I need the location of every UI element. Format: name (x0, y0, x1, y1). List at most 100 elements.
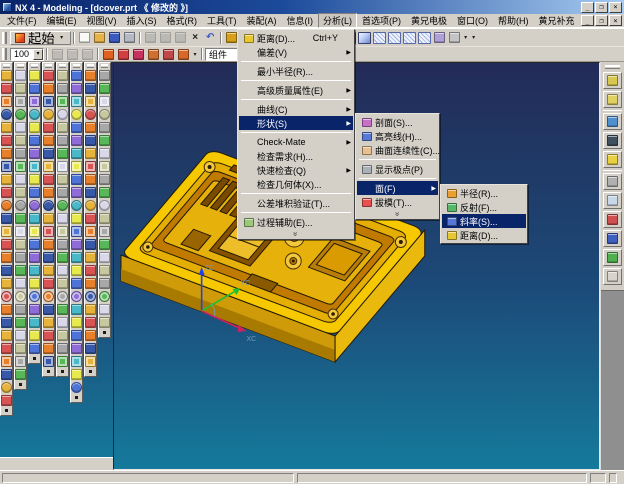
snap-view-icon[interactable] (432, 30, 447, 45)
tool-icon[interactable] (85, 330, 96, 341)
tool-icon[interactable] (99, 265, 110, 276)
menu-item-show-poles[interactable]: 显示极点(P) (357, 162, 438, 176)
tool-icon[interactable] (85, 291, 96, 302)
chevron-down-icon[interactable]: ▾ (470, 34, 478, 41)
tool-icon[interactable] (85, 343, 96, 354)
menu-item-minimum-radius[interactable]: 最小半径(R)... (239, 64, 353, 78)
tool-icon[interactable] (15, 83, 26, 94)
tool-icon[interactable] (71, 265, 82, 276)
menu-item-face-slope[interactable]: 斜率(S)... (442, 214, 526, 228)
tool-icon[interactable] (71, 343, 82, 354)
tool-icon[interactable] (43, 83, 54, 94)
tool-icon[interactable] (15, 70, 26, 81)
tool-icon[interactable] (29, 83, 40, 94)
tool-icon[interactable] (71, 148, 82, 159)
tool-icon[interactable] (57, 239, 68, 250)
toolbar-handle[interactable] (3, 64, 10, 68)
tool-icon[interactable] (99, 291, 110, 302)
tool-icon[interactable] (85, 317, 96, 328)
print-icon[interactable] (122, 30, 137, 45)
tool-icon[interactable] (71, 382, 82, 393)
menubar-item[interactable]: 首选项(P) (357, 13, 406, 28)
tool-icon[interactable] (85, 304, 96, 315)
tool-icon[interactable] (15, 109, 26, 120)
menubar-item[interactable]: 装配(A) (242, 13, 282, 28)
save-icon[interactable] (107, 30, 122, 45)
analysis-chart-icon[interactable] (603, 249, 622, 266)
tool-icon[interactable] (99, 226, 110, 237)
tool-icon[interactable] (29, 213, 40, 224)
tool-icon[interactable] (85, 122, 96, 133)
menubar-item[interactable]: 文件(F) (2, 13, 42, 28)
tool-icon[interactable] (43, 304, 54, 315)
tool-icon[interactable] (71, 304, 82, 315)
chevron-down-icon[interactable]: ▾ (462, 34, 470, 41)
menu-item-examine-geometry[interactable]: 检查几何体(X)... (239, 177, 353, 191)
tool-icon[interactable] (15, 252, 26, 263)
tool-icon[interactable] (43, 96, 54, 107)
tool-icon[interactable] (43, 343, 54, 354)
toolbar-handle[interactable] (31, 64, 38, 68)
tool-icon[interactable] (57, 135, 68, 146)
menu-item-shape[interactable]: 形状(S)▶ (239, 116, 353, 130)
tool-icon[interactable] (15, 304, 26, 315)
tool-icon[interactable] (85, 109, 96, 120)
snap-quadrant-icon[interactable] (176, 47, 191, 62)
tool-icon[interactable] (57, 122, 68, 133)
tool-icon[interactable] (99, 109, 110, 120)
undo-icon[interactable]: ↶ (203, 30, 218, 45)
wireframe-view-icon[interactable] (388, 32, 401, 44)
tool-icon[interactable] (43, 187, 54, 198)
tool-icon[interactable] (57, 304, 68, 315)
menu-item-draft-analysis[interactable]: 拔模(T)... (357, 195, 438, 209)
toolbar-handle[interactable] (101, 64, 108, 68)
tool-icon[interactable] (15, 291, 26, 302)
tool-icon[interactable] (57, 317, 68, 328)
zoom-combo[interactable]: 100▾ (10, 48, 44, 61)
deselect-icon[interactable] (603, 230, 622, 247)
menu-item-curve[interactable]: 曲线(C)▶ (239, 102, 353, 116)
tool-icon[interactable] (71, 174, 82, 185)
fit-view-icon[interactable] (65, 47, 80, 62)
tool-icon[interactable] (85, 174, 96, 185)
tool-icon[interactable] (57, 109, 68, 120)
close-button[interactable]: × (609, 15, 622, 26)
tool-icon[interactable] (99, 278, 110, 289)
tool-icon[interactable] (57, 200, 68, 211)
tool-icon[interactable] (1, 200, 12, 211)
tool-icon[interactable] (43, 239, 54, 250)
tool-icon[interactable] (43, 148, 54, 159)
tool-icon[interactable] (57, 148, 68, 159)
tool-icon[interactable] (99, 96, 110, 107)
tool-icon[interactable] (71, 161, 82, 172)
tool-icon[interactable] (15, 96, 26, 107)
tool-icon[interactable] (15, 122, 26, 133)
tool-icon[interactable] (29, 135, 40, 146)
tool-icon[interactable] (29, 122, 40, 133)
tool-icon[interactable] (71, 122, 82, 133)
tool-icon[interactable] (1, 148, 12, 159)
menubar-item[interactable]: 黄兄电极 (406, 13, 452, 28)
menubar-item[interactable]: 帮助(H) (493, 13, 534, 28)
tool-icon[interactable] (57, 96, 68, 107)
tool-icon[interactable] (57, 83, 68, 94)
tool-icon[interactable] (71, 356, 82, 367)
tool-icon[interactable] (99, 174, 110, 185)
tool-icon[interactable] (57, 174, 68, 185)
tool-icon[interactable] (71, 109, 82, 120)
tool-icon[interactable] (29, 226, 40, 237)
tool-icon[interactable] (57, 252, 68, 263)
tool-icon[interactable] (71, 330, 82, 341)
tool-icon[interactable] (99, 239, 110, 250)
tool-icon[interactable] (15, 343, 26, 354)
snap-arc-center-icon[interactable] (161, 47, 176, 62)
menu-expand-chevron[interactable]: » (357, 209, 438, 218)
tool-icon[interactable] (1, 122, 12, 133)
tool-icon[interactable] (57, 187, 68, 198)
menu-item-check-requirements[interactable]: 检查需求(H)... (239, 149, 353, 163)
menu-item-face[interactable]: 面(F)▶ (357, 181, 438, 195)
tool-icon[interactable] (85, 213, 96, 224)
tool-icon[interactable] (15, 330, 26, 341)
orbit-view-icon[interactable] (603, 113, 622, 130)
tool-icon[interactable] (71, 96, 82, 107)
